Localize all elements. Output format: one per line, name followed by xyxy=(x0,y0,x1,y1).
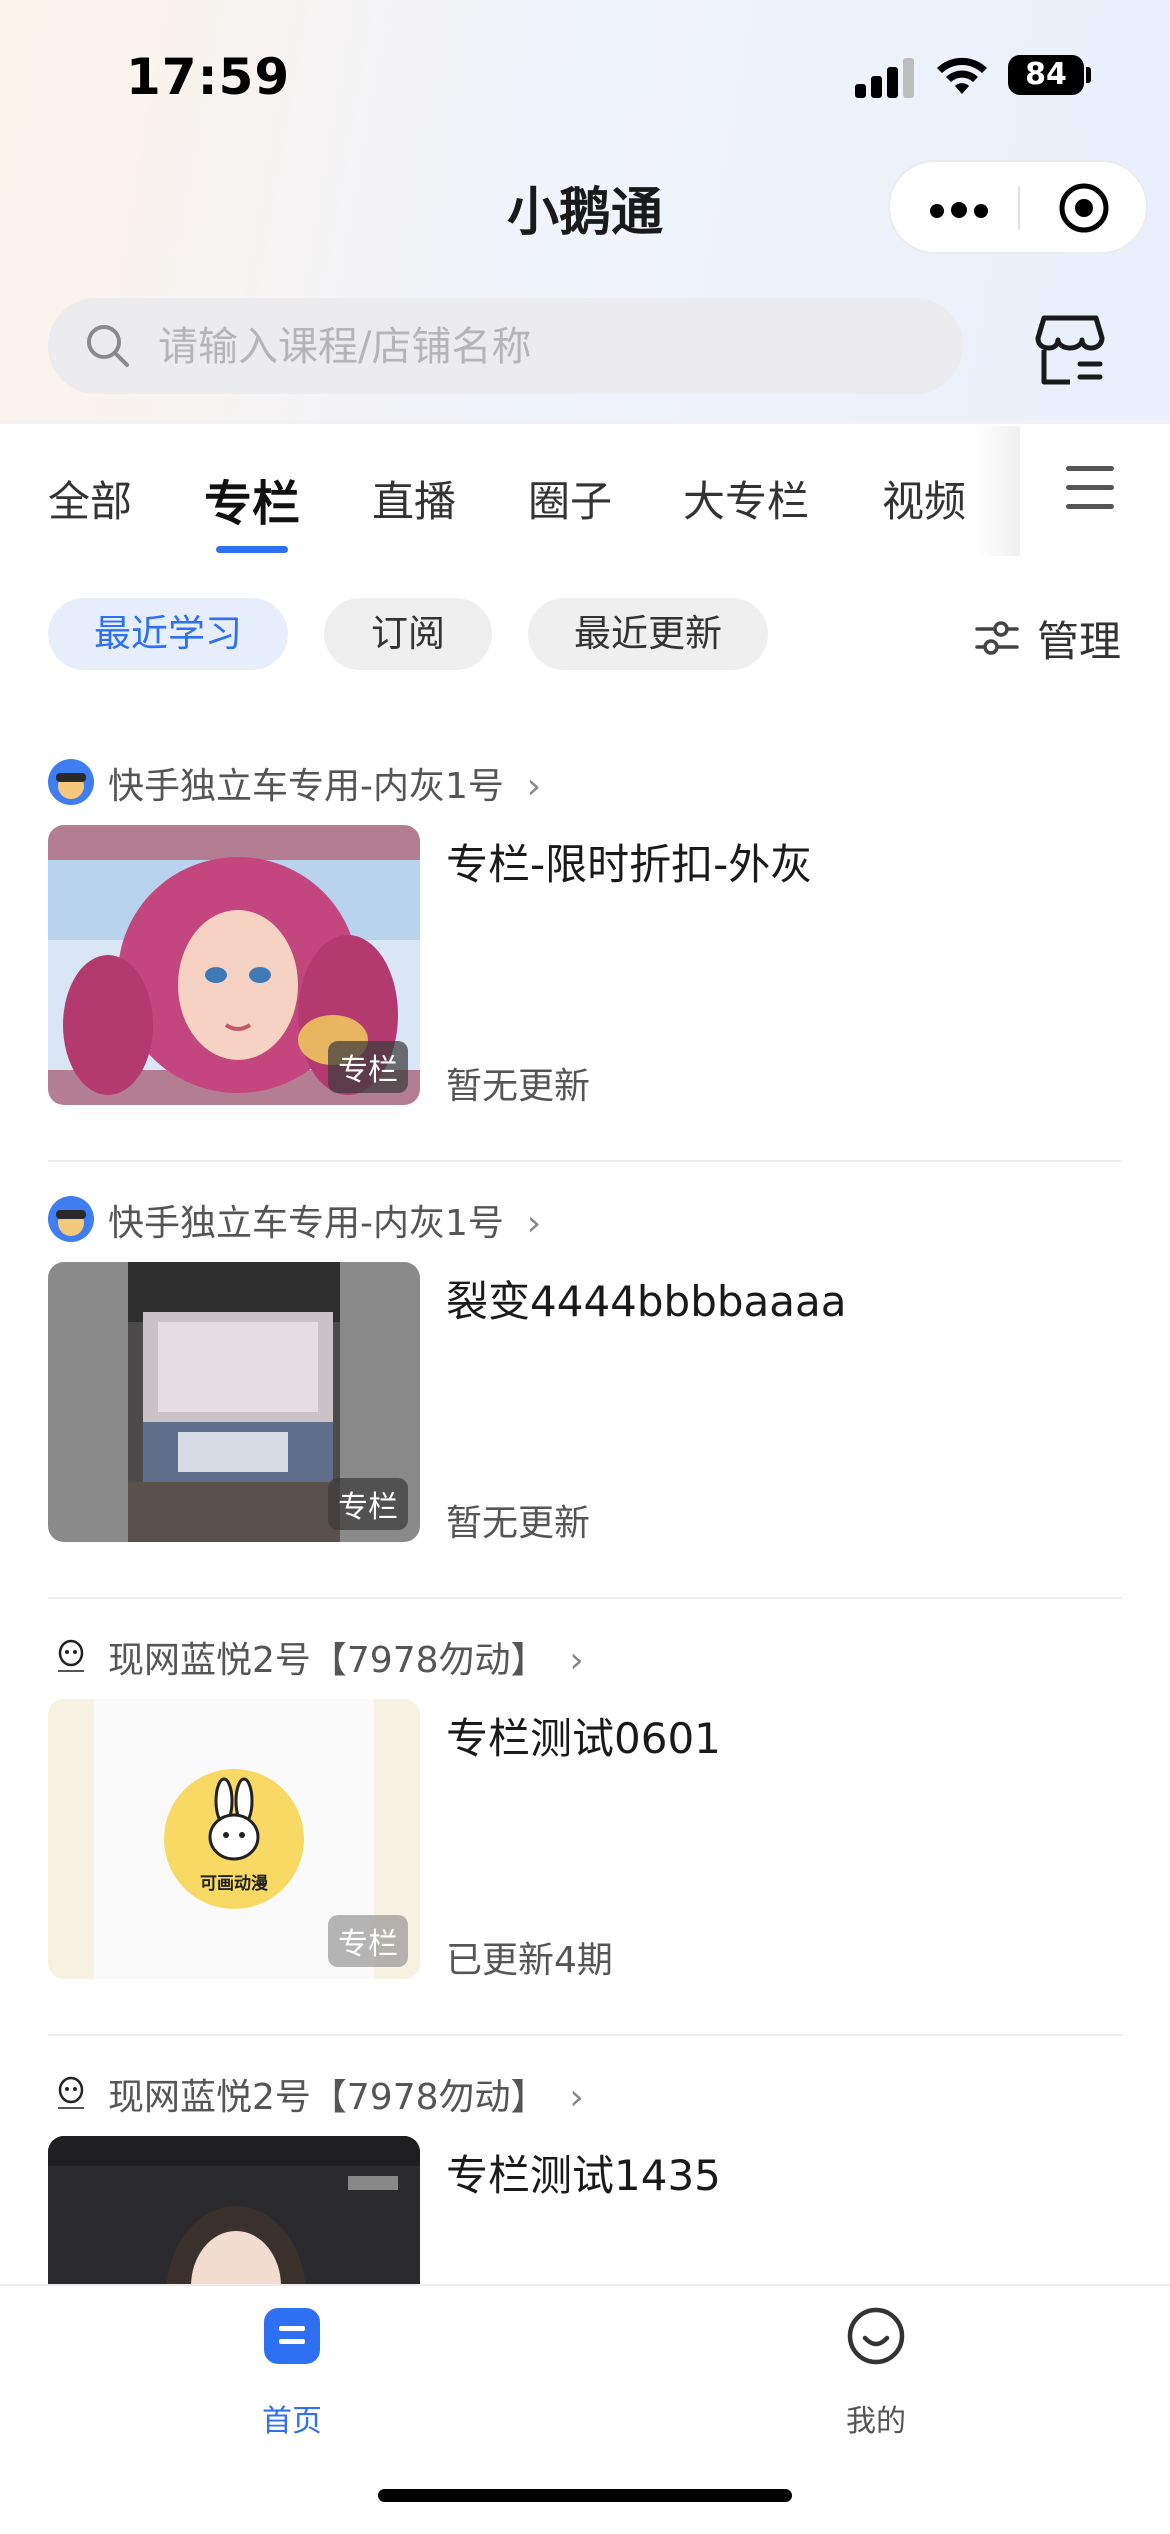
list-item[interactable]: 现网蓝悦2号【7978勿动】 › 可画动漫 专栏 专栏测试0601 已更新4期 xyxy=(0,1627,1170,2064)
more-options-icon[interactable] xyxy=(930,202,995,222)
thumbnail-caption: 可画动漫 xyxy=(200,1874,268,1894)
bottom-tab-home-label: 首页 xyxy=(262,2404,322,2439)
battery-icon: 84 xyxy=(1008,55,1084,95)
item-status: 已更新4期 xyxy=(446,1940,613,1981)
tab-live[interactable]: 直播 xyxy=(372,468,456,529)
tab-all[interactable]: 全部 xyxy=(48,468,132,529)
shop-avatar xyxy=(48,1633,94,1679)
item-status: 暂无更新 xyxy=(446,1066,591,1107)
search-input[interactable] xyxy=(156,316,920,378)
item-divider xyxy=(48,1597,1122,1599)
profile-smile-icon xyxy=(847,2307,905,2365)
tab-video[interactable]: 视频 xyxy=(882,468,966,529)
header-divider xyxy=(0,420,1170,424)
bottom-tab-mine-label: 我的 xyxy=(846,2404,906,2439)
shop-name: 快手独立车专用-内灰1号 › xyxy=(108,1203,542,1244)
close-miniprogram-icon[interactable] xyxy=(1058,182,1110,234)
tabs-scroll-fade xyxy=(975,426,1020,556)
item-divider xyxy=(48,2034,1122,2036)
item-title[interactable]: 专栏-限时折扣-外灰 xyxy=(446,831,812,892)
column-badge: 专栏 xyxy=(328,1915,408,1967)
settings-sliders-icon xyxy=(975,621,1019,655)
home-indicator xyxy=(378,2489,792,2502)
filter-recent-study[interactable]: 最近学习 xyxy=(48,598,288,670)
chevron-right-icon: › xyxy=(526,766,542,807)
search-bar[interactable] xyxy=(48,298,963,394)
filter-subscribed[interactable]: 订阅 xyxy=(324,598,492,670)
filter-recently-updated[interactable]: 最近更新 xyxy=(528,598,768,670)
list-item[interactable]: 快手独立车专用-内灰1号 › 专栏 专栏-限时折扣-外灰 暂无更新 xyxy=(0,753,1170,1190)
shop-avatar xyxy=(48,1196,94,1242)
menu-icon[interactable] xyxy=(1066,466,1116,510)
shop-name: 现网蓝悦2号【7978勿动】 › xyxy=(108,1640,584,1681)
item-divider xyxy=(48,1160,1122,1162)
status-bar: 17:59 84 xyxy=(0,0,1170,150)
item-status: 暂无更新 xyxy=(446,1503,591,1544)
list-item[interactable]: 快手独立车专用-内灰1号 › 专栏 裂变4444bbbbaaaa 暂无更新 xyxy=(0,1190,1170,1627)
item-title[interactable]: 专栏测试0601 xyxy=(446,1705,721,1766)
tab-big-column[interactable]: 大专栏 xyxy=(683,468,809,529)
chevron-right-icon: › xyxy=(526,1203,542,1244)
tab-column[interactable]: 专栏 xyxy=(204,464,300,534)
search-icon xyxy=(87,325,129,367)
battery-tip xyxy=(1086,67,1091,83)
manage-label: 管理 xyxy=(1037,617,1122,666)
course-thumbnail[interactable]: 专栏 xyxy=(48,1262,420,1542)
store-icon[interactable] xyxy=(1030,310,1110,390)
shop-avatar xyxy=(48,2070,94,2116)
wifi-icon xyxy=(937,57,987,94)
capsule-divider xyxy=(1018,186,1020,230)
shop-name: 快手独立车专用-内灰1号 › xyxy=(108,766,542,807)
mini-program-capsule xyxy=(888,160,1148,254)
course-thumbnail[interactable]: 专栏 xyxy=(48,825,420,1105)
tab-circle[interactable]: 圈子 xyxy=(528,468,612,529)
shop-name: 现网蓝悦2号【7978勿动】 › xyxy=(108,2077,584,2118)
status-time: 17:59 xyxy=(126,48,291,106)
category-tabs: 全部 专栏 直播 圈子 大专栏 视频 xyxy=(0,426,1170,566)
column-badge: 专栏 xyxy=(328,1041,408,1093)
chevron-right-icon: › xyxy=(569,2077,584,2118)
active-tab-indicator xyxy=(216,546,288,553)
bottom-tab-mine[interactable]: 我的 xyxy=(776,2306,976,2446)
item-title[interactable]: 裂变4444bbbbaaaa xyxy=(446,1268,846,1329)
home-icon xyxy=(264,2308,320,2364)
shop-avatar xyxy=(48,759,94,805)
chevron-right-icon: › xyxy=(569,1640,584,1681)
bottom-tab-home[interactable]: 首页 xyxy=(192,2306,392,2446)
cellular-signal-icon xyxy=(855,58,917,98)
course-thumbnail[interactable]: 可画动漫 专栏 xyxy=(48,1699,420,1979)
item-title[interactable]: 专栏测试1435 xyxy=(446,2142,721,2203)
column-badge: 专栏 xyxy=(328,1478,408,1530)
